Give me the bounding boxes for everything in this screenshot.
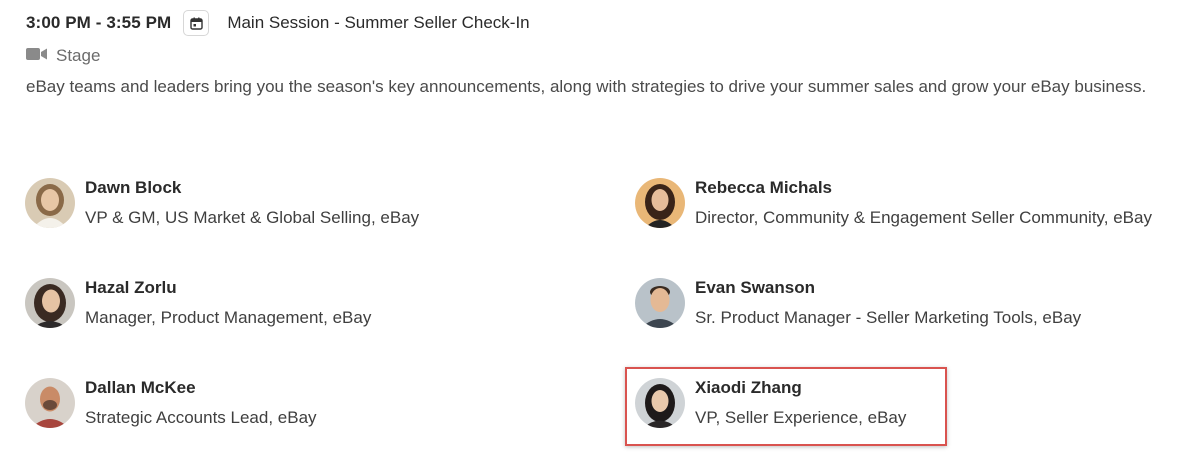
calendar-icon[interactable] [183,10,210,36]
speaker-item[interactable]: Dawn Block VP & GM, US Market & Global S… [25,173,419,233]
speaker-item[interactable]: Dallan McKee Strategic Accounts Lead, eB… [25,373,317,433]
avatar [635,278,685,328]
speaker-item[interactable]: Hazal Zorlu Manager, Product Management,… [25,273,371,333]
speaker-role: Strategic Accounts Lead, eBay [85,408,317,427]
avatar [25,378,75,428]
speaker-name: Dallan McKee [85,378,196,397]
session-location: Stage [26,45,100,67]
session-description: eBay teams and leaders bring you the sea… [26,77,1147,96]
session-card: 3:00 PM - 3:55 PM Main Session - Summer … [0,0,1204,463]
speaker-name: Dawn Block [85,178,182,197]
speaker-name: Evan Swanson [695,278,815,297]
speaker-role: VP & GM, US Market & Global Selling, eBa… [85,208,420,227]
speaker-role: Sr. Product Manager - Seller Marketing T… [695,308,1082,327]
avatar [25,278,75,328]
speaker-item[interactable]: Rebecca Michals Director, Community & En… [635,173,1152,233]
speaker-item[interactable]: Evan Swanson Sr. Product Manager - Selle… [635,273,1081,333]
video-camera-icon [26,47,48,66]
highlight-box [625,367,947,446]
avatar [25,178,75,228]
location-label: Stage [56,46,101,65]
speaker-name: Rebecca Michals [695,178,833,197]
session-title: Main Session - Summer Seller Check-In [227,13,530,32]
speaker-name: Hazal Zorlu [85,278,177,297]
session-time: 3:00 PM - 3:55 PM [26,13,172,32]
session-header: 3:00 PM - 3:55 PM Main Session - Summer … [26,8,530,38]
speaker-role: Manager, Product Management, eBay [85,308,372,327]
avatar [635,178,685,228]
speaker-role: Director, Community & Engagement Seller … [695,208,1152,227]
